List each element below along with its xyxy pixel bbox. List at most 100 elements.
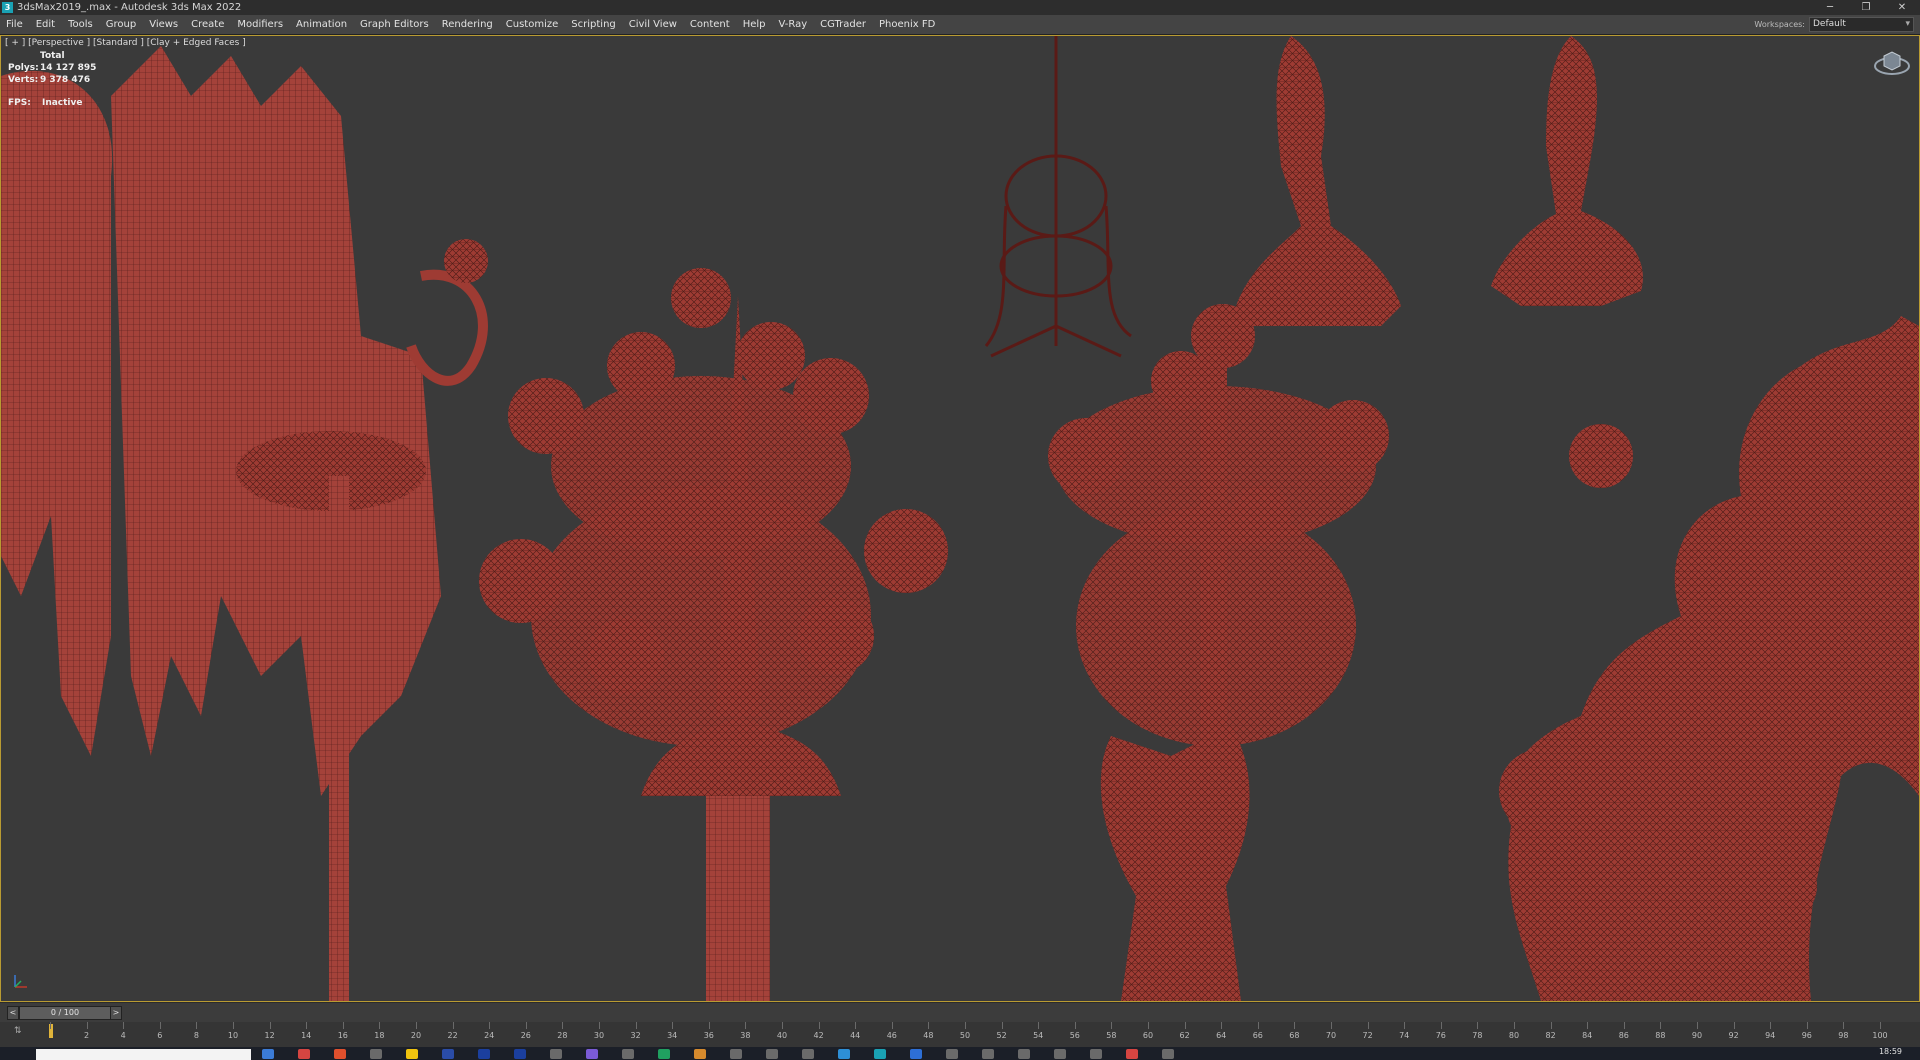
taskbar-app-icon[interactable] [874,1049,886,1059]
polys-label: Polys: [8,63,39,73]
menu-cgtrader[interactable]: CGTrader [814,19,873,30]
track-tick-label: 34 [667,1031,678,1040]
taskbar-app-icon[interactable] [1054,1049,1066,1059]
figurine-candlestick-model-1[interactable] [1236,36,1401,326]
track-tick [50,1022,51,1029]
chandelier-model[interactable] [1,46,488,1001]
track-tick [452,1022,454,1029]
perspective-viewport[interactable]: [ + ] [Perspective ] [Standard ] [Clay +… [0,35,1920,1002]
track-tick-label: 44 [850,1031,861,1040]
workspaces-select[interactable]: Default [1809,17,1914,32]
menu-create[interactable]: Create [185,19,231,30]
time-slider-next-button[interactable]: > [110,1006,122,1020]
taskbar-search-input[interactable] [36,1049,251,1060]
restore-button[interactable]: ❐ [1848,0,1884,15]
menu-rendering[interactable]: Rendering [436,19,500,30]
track-tick [818,1022,820,1029]
taskbar-app-icon[interactable] [982,1049,994,1059]
menu-modifiers[interactable]: Modifiers [231,19,290,30]
taskbar-app-icon[interactable] [550,1049,562,1059]
taskbar-app-icon[interactable] [622,1049,634,1059]
track-tick-label: 32 [630,1031,641,1040]
taskbar-app-icon[interactable] [586,1049,598,1059]
track-tick-label: 40 [776,1031,788,1040]
menu-phoenix-fd[interactable]: Phoenix FD [873,19,942,30]
track-tick-label: 66 [1252,1031,1263,1040]
track-tick [1404,1022,1406,1029]
track-tick [1331,1022,1332,1029]
menu-file[interactable]: File [0,19,30,30]
taskbar-app-icon[interactable] [478,1049,490,1059]
wire-stand-model[interactable] [984,36,1132,358]
menu-tools[interactable]: Tools [62,19,100,30]
time-slider-prev-button[interactable]: < [7,1006,19,1020]
track-tick [1623,1022,1625,1029]
track-tick [1880,1022,1881,1029]
menu-views[interactable]: Views [143,19,185,30]
candelabra-model-center[interactable] [479,268,948,1001]
candelabra-model-right[interactable] [1048,304,1389,1001]
taskbar-app-icon[interactable] [838,1049,850,1059]
track-tick-label: 100 [1872,1031,1888,1040]
polys-value: 14 127 895 [40,63,97,73]
track-tick [891,1022,893,1029]
track-tick-label: 62 [1179,1031,1190,1040]
track-tick-label: 90 [1691,1031,1703,1040]
taskbar-app-icon[interactable] [370,1049,382,1059]
taskbar-app-icon[interactable] [334,1049,346,1059]
taskbar-app-icons [262,1049,1198,1059]
track-tick [562,1022,564,1029]
menu-scripting[interactable]: Scripting [565,19,622,30]
track-tick-label: 74 [1399,1031,1410,1040]
track-bar-filter-icon[interactable]: ⇅ [14,1026,22,1036]
fps-label: FPS: [8,98,31,108]
track-tick [1001,1022,1003,1029]
taskbar-app-icon[interactable] [1126,1049,1138,1059]
taskbar-app-icon[interactable] [442,1049,454,1059]
taskbar-app-icon[interactable] [406,1049,418,1059]
taskbar-app-icon[interactable] [730,1049,742,1059]
minimize-button[interactable]: ─ [1812,0,1848,15]
figurine-candlestick-model-2[interactable] [1491,36,1643,306]
viewport-label-menu[interactable]: [ + ] [Perspective ] [Standard ] [Clay +… [5,38,246,48]
ornate-candelabra-model[interactable] [1499,316,1919,1001]
track-tick [1440,1022,1442,1029]
close-button[interactable]: ✕ [1884,0,1920,15]
viewcube-icon[interactable] [1873,48,1911,78]
track-tick-label: 94 [1765,1031,1776,1040]
menu-civil-view[interactable]: Civil View [623,19,684,30]
track-bar[interactable]: ⇅ 2 4 6 8 10 12 14 16 18 20 22 24 26 28 30 32 34 36 38 40 42… [0,1022,1920,1047]
taskbar-app-icon[interactable] [298,1049,310,1059]
track-tick [1257,1022,1259,1029]
menu-group[interactable]: Group [100,19,143,30]
taskbar-app-icon[interactable] [1090,1049,1102,1059]
scene-models [1,36,1919,1001]
menu-help[interactable]: Help [737,19,773,30]
taskbar-app-icon[interactable] [694,1049,706,1059]
track-tick [1770,1022,1772,1029]
title-bar: 3 3dsMax2019_.max - Autodesk 3ds Max 202… [0,0,1920,15]
taskbar-app-icon[interactable] [1018,1049,1030,1059]
track-tick [1038,1022,1040,1029]
taskbar-app-icon[interactable] [514,1049,526,1059]
stats-header: Total [40,51,65,61]
track-tick [1148,1022,1149,1029]
menu-animation[interactable]: Animation [290,19,354,30]
taskbar-app-icon[interactable] [910,1049,922,1059]
track-tick [599,1022,600,1029]
menu-customize[interactable]: Customize [500,19,566,30]
taskbar-app-icon[interactable] [946,1049,958,1059]
menu-graph-editors[interactable]: Graph Editors [354,19,436,30]
3dsmax-app-icon[interactable]: 3 [2,2,13,13]
taskbar-app-icon[interactable] [262,1049,274,1059]
track-tick-label: 16 [337,1031,348,1040]
menu-vray[interactable]: V-Ray [773,19,815,30]
taskbar-app-icon[interactable] [658,1049,670,1059]
time-slider-thumb[interactable]: 0 / 100 [19,1006,111,1020]
taskbar-app-icon[interactable] [802,1049,814,1059]
menu-content[interactable]: Content [684,19,737,30]
taskbar-app-icon[interactable] [1162,1049,1174,1059]
window-controls: ─ ❐ ✕ [1812,0,1920,15]
menu-edit[interactable]: Edit [30,19,62,30]
taskbar-app-icon[interactable] [766,1049,778,1059]
